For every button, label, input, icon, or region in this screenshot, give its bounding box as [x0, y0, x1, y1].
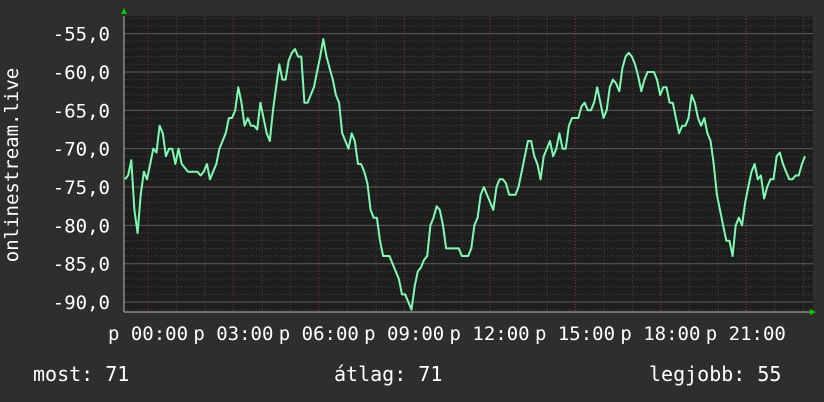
y-tick-label: -55,0 — [53, 24, 110, 46]
y-tick-label: -80,0 — [53, 215, 110, 237]
x-tick-label: p 21:00 — [706, 323, 786, 345]
y-tick-label: -65,0 — [53, 100, 110, 122]
y-axis-arrow — [121, 8, 127, 14]
x-tick-label: p 09:00 — [364, 323, 444, 345]
x-tick-label: p 12:00 — [450, 323, 530, 345]
y-tick-label: -75,0 — [53, 177, 110, 199]
y-tick-label: -85,0 — [53, 254, 110, 276]
y-tick-label: -90,0 — [53, 292, 110, 314]
chart: -55,0 -60,0 -65,0 -70,0 -75,0 -80,0 -85,0 -90,0… — [1, 8, 816, 345]
stat-current: most: 71 — [33, 362, 130, 386]
y-tick-label: -60,0 — [53, 62, 110, 84]
y-axis-title: onlinestream.live — [1, 68, 23, 262]
x-tick-label: p 03:00 — [193, 323, 273, 345]
x-tick-label: p 15:00 — [535, 323, 615, 345]
stat-average: átlag: 71 — [334, 362, 443, 386]
y-axis-ticks: -55,0 -60,0 -65,0 -70,0 -75,0 -80,0 -85,0 -90,0 — [53, 24, 110, 314]
x-tick-label: p 18:00 — [620, 323, 700, 345]
stat-best: legjobb: 55 — [649, 362, 782, 386]
y-tick-label: -70,0 — [53, 139, 110, 161]
x-tick-label: p 00:00 — [108, 323, 188, 345]
x-tick-label: p 06:00 — [279, 323, 359, 345]
x-axis-ticks: p 00:00 p 03:00 p 06:00 p 09:00 p 12:00 p 15:… — [108, 323, 786, 345]
stats-bar: most: 71 átlag: 71 legjobb: 55 — [0, 362, 824, 390]
